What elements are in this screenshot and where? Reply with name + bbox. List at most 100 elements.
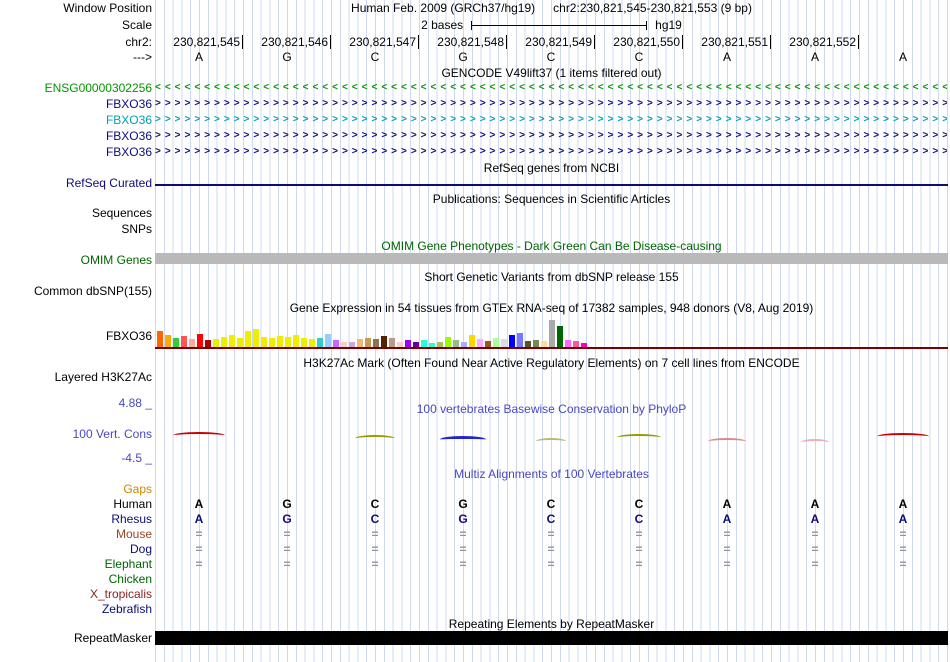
gtex-tissue-bar [365,338,371,347]
gtex-tissue-bar [453,340,459,347]
gene-model-row[interactable]: <<<<<<<<<<<<<<<<<<<<<<<<<<<<<<<<<<<<<<<<… [155,81,947,95]
track-label-sequences[interactable]: Sequences [92,206,152,220]
alignment-row-elephant[interactable]: = = = = = = = = = [155,557,947,571]
gtex-tissue-bar [485,341,491,347]
alignment-cell: A [722,497,732,511]
gtex-tissue-bar [325,334,331,347]
gtex-tissue-bar [261,337,267,347]
gtex-tissue-bar [541,341,547,347]
alignment-row-mouse[interactable]: = = = = = = = = = [155,527,947,541]
alignment-cell: = [723,557,731,571]
gtex-tissue-bar [285,337,291,347]
gtex-tissue-bar [213,339,219,347]
conservation-max-value: 4.88 _ [118,396,152,410]
conservation-wiggle [877,433,929,440]
alignment-cell: = [195,527,203,541]
gtex-tissue-bar [397,342,403,347]
gtex-tissue-bar [525,341,531,347]
track-label-100-vert-cons[interactable]: 100 Vert. Cons [73,427,152,441]
gtex-tissue-bar [405,340,411,347]
header-omim: OMIM Gene Phenotypes - Dark Green Can Be… [381,239,722,253]
header-refseq: RefSeq genes from NCBI [483,161,620,175]
species-label-dog[interactable]: Dog [130,542,152,556]
species-label-x_tropicalis[interactable]: X_tropicalis [90,587,152,601]
species-label-gaps[interactable]: Gaps [123,482,152,496]
gene-label-fbxo36[interactable]: FBXO36 [106,129,152,143]
header-h3k27ac: H3K27Ac Mark (Often Found Near Active Re… [303,356,800,370]
assembly-text: Human Feb. 2009 (GRCh37/hg19) [351,1,536,15]
alignment-cell: = [371,542,379,556]
scale-bases-text: 2 bases [421,18,464,32]
gtex-tissue-bar [157,331,163,347]
gene-label-fbxo36[interactable]: FBXO36 [106,145,152,159]
alignment-cell: = [635,527,643,541]
conservation-wiggle [355,435,395,442]
alignment-row-dog[interactable]: = = = = = = = = = [155,542,947,556]
gtex-tissue-bar [181,336,187,347]
alignment-cell: A [898,512,908,526]
track-label-layered-h3k27ac[interactable]: Layered H3K27Ac [55,370,152,384]
alignment-cell: = [811,542,819,556]
alignment-cell: = [459,527,467,541]
species-label-human[interactable]: Human [113,497,152,511]
gene-label-ensg00000302256[interactable]: ENSG00000302256 [45,81,152,95]
base-letter: G [458,50,468,64]
track-label-common-dbsnp[interactable]: Common dbSNP(155) [34,284,152,298]
refseq-curated-gene-line[interactable] [155,184,948,186]
track-label-omim-genes[interactable]: OMIM Genes [81,253,152,267]
alignment-cell: A [898,497,908,511]
omim-gene-bar[interactable] [155,253,948,264]
track-label-repeatmasker[interactable]: RepeatMasker [74,631,152,645]
species-label-elephant[interactable]: Elephant [105,557,152,571]
alignment-cell: C [370,497,380,511]
gtex-expression-chart[interactable] [155,317,948,347]
gene-model-row[interactable]: >>>>>>>>>>>>>>>>>>>>>>>>>>>>>>>>>>>>>>>>… [155,145,947,159]
gtex-tissue-bar [445,337,451,347]
coordinate-label: 230,821,550 [595,35,683,49]
gtex-tissue-bar [557,326,563,347]
coordinate-label: 230,821,546 [243,35,331,49]
alignment-cell: A [194,512,204,526]
repeatmasker-bar[interactable] [155,631,948,645]
gtex-tissue-bar [381,336,387,347]
alignment-cell: A [722,512,732,526]
ruler-coordinate-row: 230,821,545 230,821,546 230,821,547 230,821… [155,35,947,49]
gtex-tissue-bar [269,338,275,347]
gtex-tissue-bar [197,334,203,347]
conservation-wiggle [708,438,746,445]
gene-model-row[interactable]: >>>>>>>>>>>>>>>>>>>>>>>>>>>>>>>>>>>>>>>>… [155,129,947,143]
gene-label-fbxo36[interactable]: FBXO36 [106,113,152,127]
alignment-cell: = [547,557,555,571]
coordinate-label: 230,821,552 [771,35,859,49]
conservation-wiggle [173,432,225,439]
species-label-chicken[interactable]: Chicken [109,572,152,586]
scale-bar: 2 bases hg19 [155,18,948,32]
gtex-tissue-bar [237,338,243,347]
gtex-tissue-bar [173,338,179,347]
base-letter: A [898,50,907,64]
track-label-refseq-curated[interactable]: RefSeq Curated [66,176,152,190]
label-strand-arrow: ---> [133,50,152,64]
alignment-cell: = [283,542,291,556]
species-label-zebrafish[interactable]: Zebrafish [102,602,152,616]
gtex-tissue-bar [165,335,171,347]
alignment-cell: G [282,512,292,526]
base-letter: C [370,50,380,64]
alignment-cell: = [459,542,467,556]
track-label-gtex-gene[interactable]: FBXO36 [106,329,152,343]
gtex-tissue-bar [389,338,395,347]
alignment-cell: = [811,557,819,571]
species-label-mouse[interactable]: Mouse [116,527,152,541]
track-label-snps[interactable]: SNPs [121,222,152,236]
alignment-row-rhesus[interactable]: AGCGCCAAA [155,512,947,526]
gene-label-fbxo36[interactable]: FBXO36 [106,97,152,111]
gtex-tissue-bar [573,341,579,347]
gtex-tissue-bar [413,342,419,347]
alignment-cell: A [810,512,820,526]
species-label-rhesus[interactable]: Rhesus [111,512,152,526]
window-position-value: Human Feb. 2009 (GRCh37/hg19) chr2:230,8… [155,1,948,15]
gene-model-row[interactable]: >>>>>>>>>>>>>>>>>>>>>>>>>>>>>>>>>>>>>>>>… [155,97,947,111]
alignment-row-human[interactable]: AGCGCCAAA [155,497,947,511]
gene-model-row[interactable]: >>>>>>>>>>>>>>>>>>>>>>>>>>>>>>>>>>>>>>>>… [155,113,947,127]
gtex-tissue-bar [333,340,339,347]
